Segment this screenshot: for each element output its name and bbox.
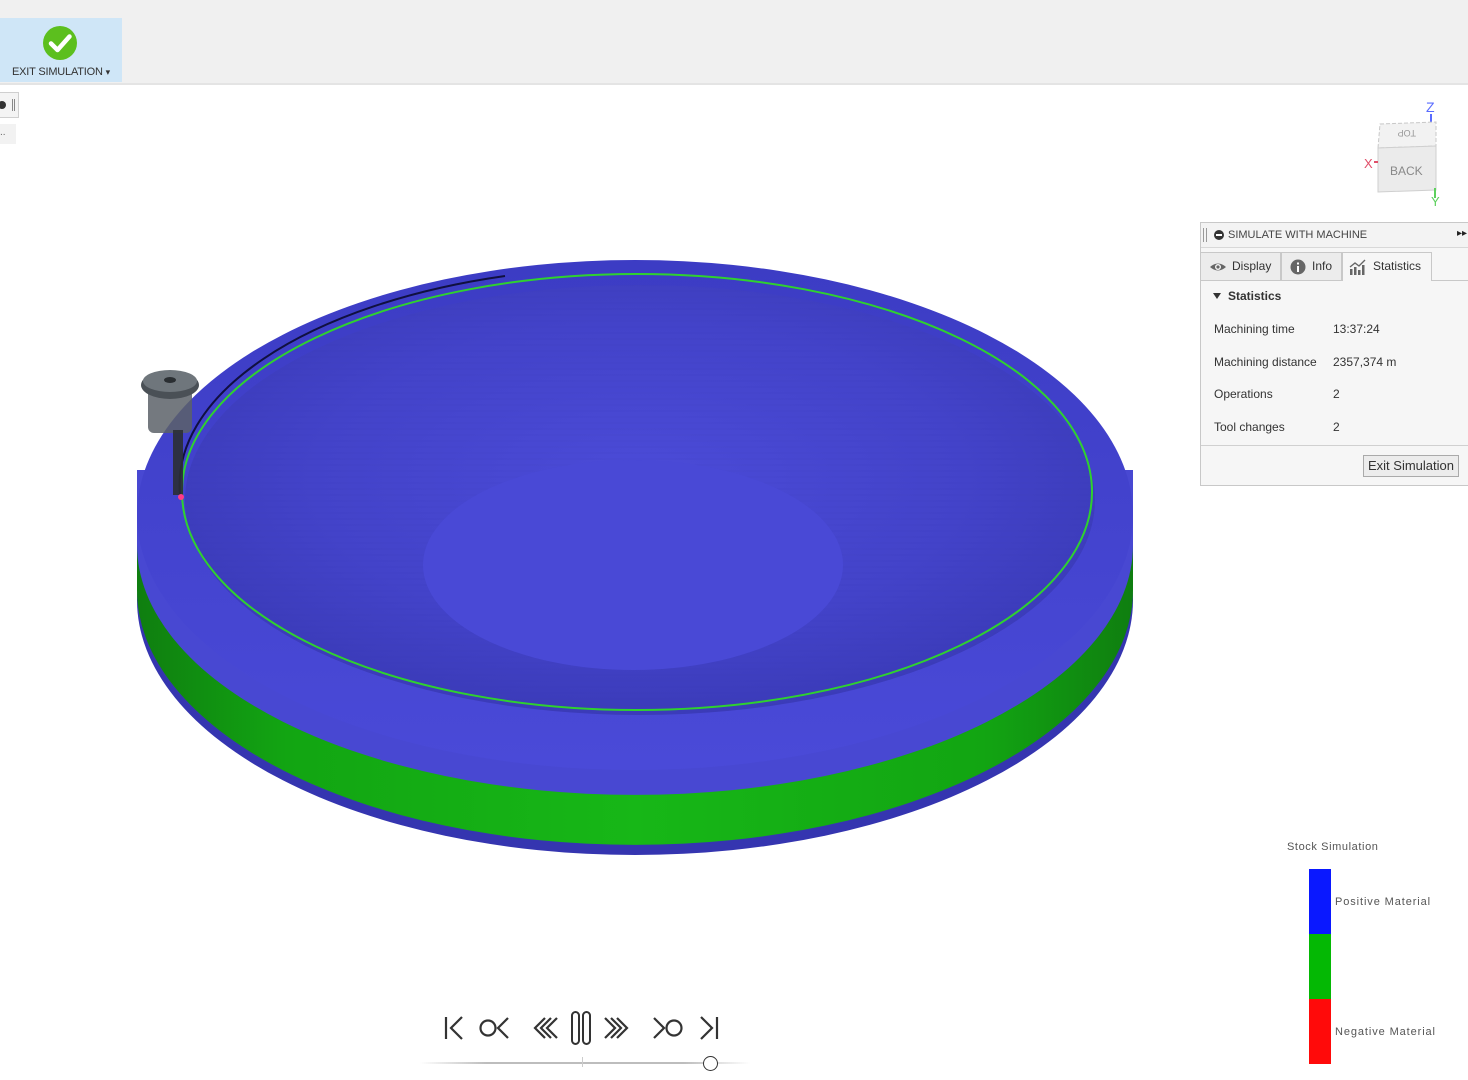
tab-display-label: Display [1232, 259, 1272, 273]
panel-title: SIMULATE WITH MACHINE [1228, 229, 1368, 241]
timeline-track[interactable] [420, 1062, 750, 1064]
tab-statistics-label: Statistics [1373, 259, 1422, 273]
fast-forward-icon[interactable] [602, 1005, 632, 1051]
collapse-panel-icon[interactable] [1214, 230, 1224, 240]
chart-icon [1349, 259, 1366, 275]
chevron-down-icon[interactable]: ▾ [106, 67, 111, 77]
cube-back-label: BACK [1390, 164, 1423, 178]
next-operation-icon[interactable] [650, 1005, 684, 1051]
rewind-icon[interactable] [530, 1005, 560, 1051]
panel-grip-icon[interactable] [1203, 228, 1207, 242]
stock-simulation-legend: Stock Simulation Positive Material Negat… [1280, 838, 1468, 1068]
legend-negative-swatch [1309, 999, 1331, 1064]
eye-icon [1210, 263, 1226, 271]
tab-info[interactable]: Info [1281, 252, 1342, 280]
cube-top-label: TOP [1398, 128, 1416, 138]
exit-simulation-button[interactable]: EXIT SIMULATION ▾ [0, 18, 122, 82]
exit-simulation-label: EXIT SIMULATION ▾ [0, 66, 122, 78]
triangle-down-icon [1213, 293, 1221, 299]
timeline-handle[interactable] [703, 1056, 718, 1071]
tab-statistics[interactable]: Statistics [1342, 252, 1432, 281]
legend-negative-label: Negative Material [1335, 1026, 1436, 1038]
stat-key: Operations [1214, 387, 1273, 401]
stat-key: Machining time [1214, 322, 1295, 336]
statistics-section-header[interactable]: Statistics [1201, 281, 1468, 311]
pause-icon[interactable] [568, 1005, 594, 1051]
stat-key: Tool changes [1214, 420, 1285, 434]
previous-operation-icon[interactable] [478, 1005, 512, 1051]
statistics-section-title: Statistics [1228, 289, 1282, 303]
timeline-marker [582, 1057, 583, 1067]
skip-to-end-icon[interactable] [696, 1005, 722, 1051]
stock-bowl-floor [423, 460, 843, 670]
legend-title: Stock Simulation [1287, 841, 1379, 853]
expand-panel-icon[interactable]: ▸▸ [1457, 228, 1467, 239]
panel-footer: Exit Simulation [1201, 445, 1468, 486]
legend-neutral-swatch [1309, 934, 1331, 999]
playback-controls [420, 1005, 760, 1080]
stat-value: 2357,374 m [1333, 355, 1397, 369]
exit-simulation-panel-button[interactable]: Exit Simulation [1363, 455, 1459, 477]
view-cube[interactable]: Z TOP BACK X Y [1358, 98, 1442, 210]
stat-value: 13:37:24 [1333, 322, 1380, 336]
legend-positive-label: Positive Material [1335, 896, 1431, 908]
stat-key: Machining distance [1214, 355, 1317, 369]
legend-positive-swatch [1309, 869, 1331, 934]
stat-value: 2 [1333, 387, 1340, 401]
checkmark-icon [43, 26, 77, 60]
skip-to-start-icon[interactable] [442, 1005, 468, 1051]
axis-z-label: Z [1426, 99, 1435, 115]
info-icon [1290, 259, 1306, 275]
axis-x-label: X [1364, 156, 1373, 171]
stat-value: 2 [1333, 420, 1340, 434]
panel-header: SIMULATE WITH MACHINE ▸▸ [1201, 223, 1468, 248]
panel-tabs: Display Info Statistics [1201, 248, 1468, 281]
tab-display[interactable]: Display [1201, 252, 1281, 280]
simulate-panel: SIMULATE WITH MACHINE ▸▸ Display Info St… [1200, 222, 1468, 486]
exit-simulation-text: EXIT SIMULATION [12, 66, 103, 78]
toolbar: EXIT SIMULATION ▾ [0, 0, 1468, 85]
tab-info-label: Info [1312, 259, 1333, 273]
